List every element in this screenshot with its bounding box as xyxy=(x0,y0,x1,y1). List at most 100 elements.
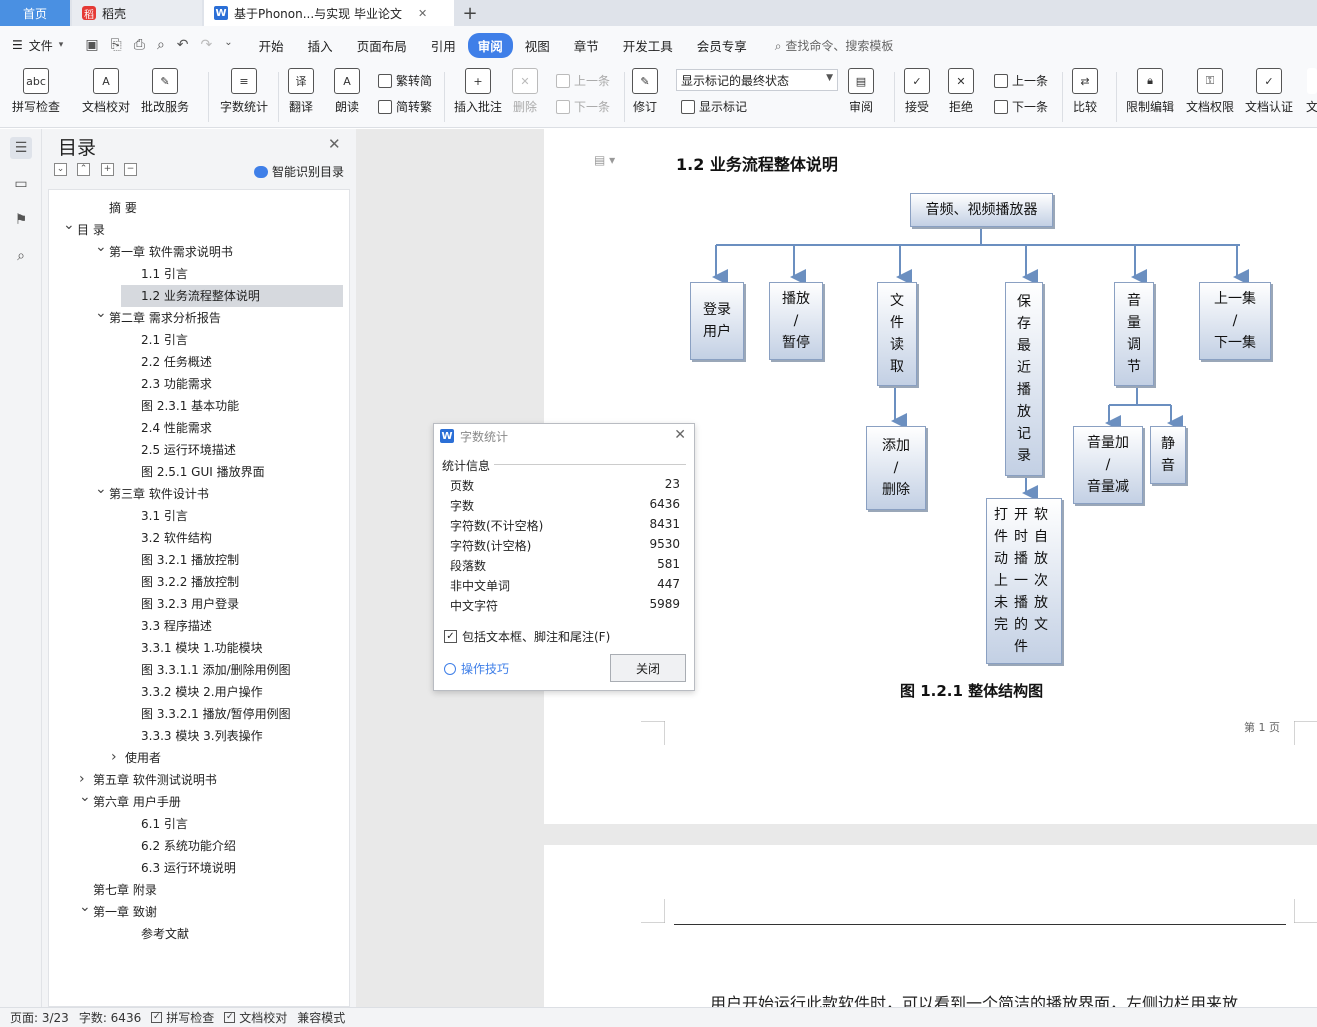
toc-item[interactable]: 3.1 引言 xyxy=(141,505,188,527)
translate-button[interactable]: 译翻译 xyxy=(288,68,314,115)
chevron-down-icon[interactable]: ⌄ xyxy=(95,481,107,497)
menu-tab[interactable]: 章节 xyxy=(562,36,611,55)
undo-icon[interactable]: ↶ xyxy=(177,37,189,53)
review-pane-button[interactable]: ▤ 审阅 xyxy=(848,68,874,115)
tips-link[interactable]: 操作技巧 xyxy=(444,660,509,677)
markup-mode-select[interactable]: 显示标记的最终状态 ▼ xyxy=(676,69,838,91)
read-aloud-button[interactable]: A 朗读 xyxy=(334,68,360,115)
toc-item[interactable]: 3.3 程序描述 xyxy=(141,615,212,637)
menu-tab[interactable]: 会员专享 xyxy=(685,36,759,55)
doc-auth-button[interactable]: ✓ 文档认证 xyxy=(1245,68,1293,115)
menu-tab[interactable]: 审阅 xyxy=(467,32,513,58)
include-textbox-checkbox[interactable]: ✓ 包括文本框、脚注和尾注(F) xyxy=(444,628,610,645)
toc-item[interactable]: 2.4 性能需求 xyxy=(141,417,212,439)
menu-tab[interactable]: 开始 xyxy=(247,36,296,55)
insert-comment-button[interactable]: + 插入批注 xyxy=(454,68,502,115)
search-icon[interactable]: ⌕ xyxy=(10,245,32,267)
new-tab-button[interactable]: + xyxy=(458,0,482,26)
remove-heading-icon[interactable]: − xyxy=(124,163,137,176)
spell-check-button[interactable]: abc 拼写检查 xyxy=(12,68,60,115)
save-icon[interactable]: ▣ xyxy=(85,37,98,53)
menu-tab[interactable]: 引用 xyxy=(419,36,468,55)
chevron-down-icon[interactable]: ⌄ xyxy=(95,239,107,255)
accept-button[interactable]: ✓ 接受 xyxy=(904,68,930,115)
close-icon[interactable]: ✕ xyxy=(674,427,686,443)
collapse-all-icon[interactable]: ⌄ xyxy=(54,163,67,176)
trad-to-simp-button[interactable]: 繁转简 xyxy=(378,72,432,89)
toc-item[interactable]: 6.2 系统功能介绍 xyxy=(141,835,236,857)
toc-item[interactable]: 3.3.3 模块 3.列表操作 xyxy=(141,725,263,747)
toc-item[interactable]: 6.3 运行环境说明 xyxy=(141,857,236,879)
chevron-right-icon[interactable]: › xyxy=(79,771,85,787)
doc-rights-button[interactable]: ⚿ 文档权限 xyxy=(1186,68,1234,115)
word-count-button[interactable]: ≡ 字数统计 xyxy=(220,68,268,115)
chevron-down-icon[interactable]: ⌄ xyxy=(79,899,91,915)
print-icon[interactable]: ⎙ xyxy=(134,37,145,53)
toc-item[interactable]: 摘 要 xyxy=(109,197,137,219)
command-search[interactable]: ⌕ 查找命令、搜索模板 xyxy=(775,37,894,54)
export-pdf-icon[interactable]: ⎘ xyxy=(111,37,122,53)
print-preview-icon[interactable]: ⌕ xyxy=(157,37,165,53)
more-ribbon-button[interactable]: 文 xyxy=(1306,68,1317,115)
toc-item[interactable]: 3.3.2 模块 2.用户操作 xyxy=(141,681,263,703)
menu-tab[interactable]: 插入 xyxy=(296,36,345,55)
menu-tab[interactable]: 视图 xyxy=(513,36,562,55)
prev-change-button[interactable]: 上一条 xyxy=(994,72,1048,89)
redo-icon[interactable]: ↷ xyxy=(201,37,213,53)
toc-item[interactable]: 6.1 引言 xyxy=(141,813,188,835)
toc-item[interactable]: 3.3.1 模块 1.功能模块 xyxy=(141,637,263,659)
expand-all-icon[interactable]: ⌃ xyxy=(77,163,90,176)
toc-item[interactable]: 图 2.3.1 基本功能 xyxy=(141,395,239,417)
toc-item[interactable]: 2.5 运行环境描述 xyxy=(141,439,236,461)
menu-tab[interactable]: 页面布局 xyxy=(345,36,419,55)
next-comment-button[interactable]: 下一条 xyxy=(556,98,610,115)
toc-item[interactable]: 参考文献 xyxy=(141,923,189,945)
chevron-down-icon[interactable]: ⌄ xyxy=(95,305,107,321)
show-markup-button[interactable]: 显示标记 xyxy=(681,98,747,115)
toc-item[interactable]: 1.2 业务流程整体说明 xyxy=(121,285,343,307)
toc-item[interactable]: 2.2 任务概述 xyxy=(141,351,212,373)
close-icon[interactable]: ✕ xyxy=(328,135,341,153)
dialog-titlebar[interactable]: W 字数统计 xyxy=(434,424,694,448)
reject-button[interactable]: ✕ 拒绝 xyxy=(948,68,974,115)
toc-item[interactable]: 目 录 xyxy=(77,219,105,241)
page-indicator[interactable]: 页面: 3/23 xyxy=(10,1009,69,1026)
batch-service-button[interactable]: ✎ 批改服务 xyxy=(141,68,189,115)
outline-panel-icon[interactable]: ☰ xyxy=(10,137,32,159)
toc-item[interactable]: 3.2 软件结构 xyxy=(141,527,212,549)
tab-close-icon[interactable]: ✕ xyxy=(418,7,427,20)
chevron-down-icon[interactable]: ⌄ xyxy=(63,217,75,233)
toc-item[interactable]: 图 3.3.1.1 添加/删除用例图 xyxy=(141,659,291,681)
toc-item[interactable]: 1.1 引言 xyxy=(141,263,188,285)
next-change-button[interactable]: 下一条 xyxy=(994,98,1048,115)
toc-item[interactable]: 图 3.2.1 播放控制 xyxy=(141,549,239,571)
track-changes-button[interactable]: ✎ 修订 xyxy=(632,68,658,115)
add-heading-icon[interactable]: + xyxy=(101,163,114,176)
menu-tab[interactable]: 开发工具 xyxy=(611,36,685,55)
restrict-edit-button[interactable]: 🔒︎ 限制编辑 xyxy=(1126,68,1174,115)
toc-item[interactable]: 第五章 软件测试说明书 xyxy=(93,769,217,791)
customize-icon[interactable]: ⌄ xyxy=(224,37,232,53)
delete-comment-button[interactable]: ✕ 删除 xyxy=(512,68,538,115)
toc-item[interactable]: 2.3 功能需求 xyxy=(141,373,212,395)
compare-button[interactable]: ⇄ 比较 xyxy=(1072,68,1098,115)
toc-item[interactable]: 第一章 致谢 xyxy=(93,901,157,923)
chevron-down-icon[interactable]: ⌄ xyxy=(79,789,91,805)
prev-comment-button[interactable]: 上一条 xyxy=(556,72,610,89)
toc-item[interactable]: 图 2.5.1 GUI 播放界面 xyxy=(141,461,265,483)
doc-check-button[interactable]: A 文档校对 xyxy=(82,68,130,115)
proof-toggle[interactable]: ✓ 文档校对 xyxy=(224,1009,287,1026)
toc-item[interactable]: 图 3.2.2 播放控制 xyxy=(141,571,239,593)
close-button[interactable]: 关闭 xyxy=(610,654,686,682)
spell-check-toggle[interactable]: ✓ 拼写检查 xyxy=(151,1009,214,1026)
toc-item[interactable]: 使用者 xyxy=(125,747,161,769)
bookmark-icon[interactable]: ⚑ xyxy=(10,209,32,231)
toc-item[interactable]: 2.1 引言 xyxy=(141,329,188,351)
toc-item[interactable]: 第七章 附录 xyxy=(93,879,157,901)
simp-to-trad-button[interactable]: 简转繁 xyxy=(378,98,432,115)
toc-item[interactable]: 第六章 用户手册 xyxy=(93,791,181,813)
tab-home[interactable]: 首页 xyxy=(0,0,70,26)
tab-document[interactable]: W 基于Phonon...与实现 毕业论文 ✕ xyxy=(204,0,454,26)
toc-item[interactable]: 图 3.3.2.1 播放/暂停用例图 xyxy=(141,703,291,725)
tab-daoke[interactable]: 稻 稻壳 xyxy=(72,0,202,26)
